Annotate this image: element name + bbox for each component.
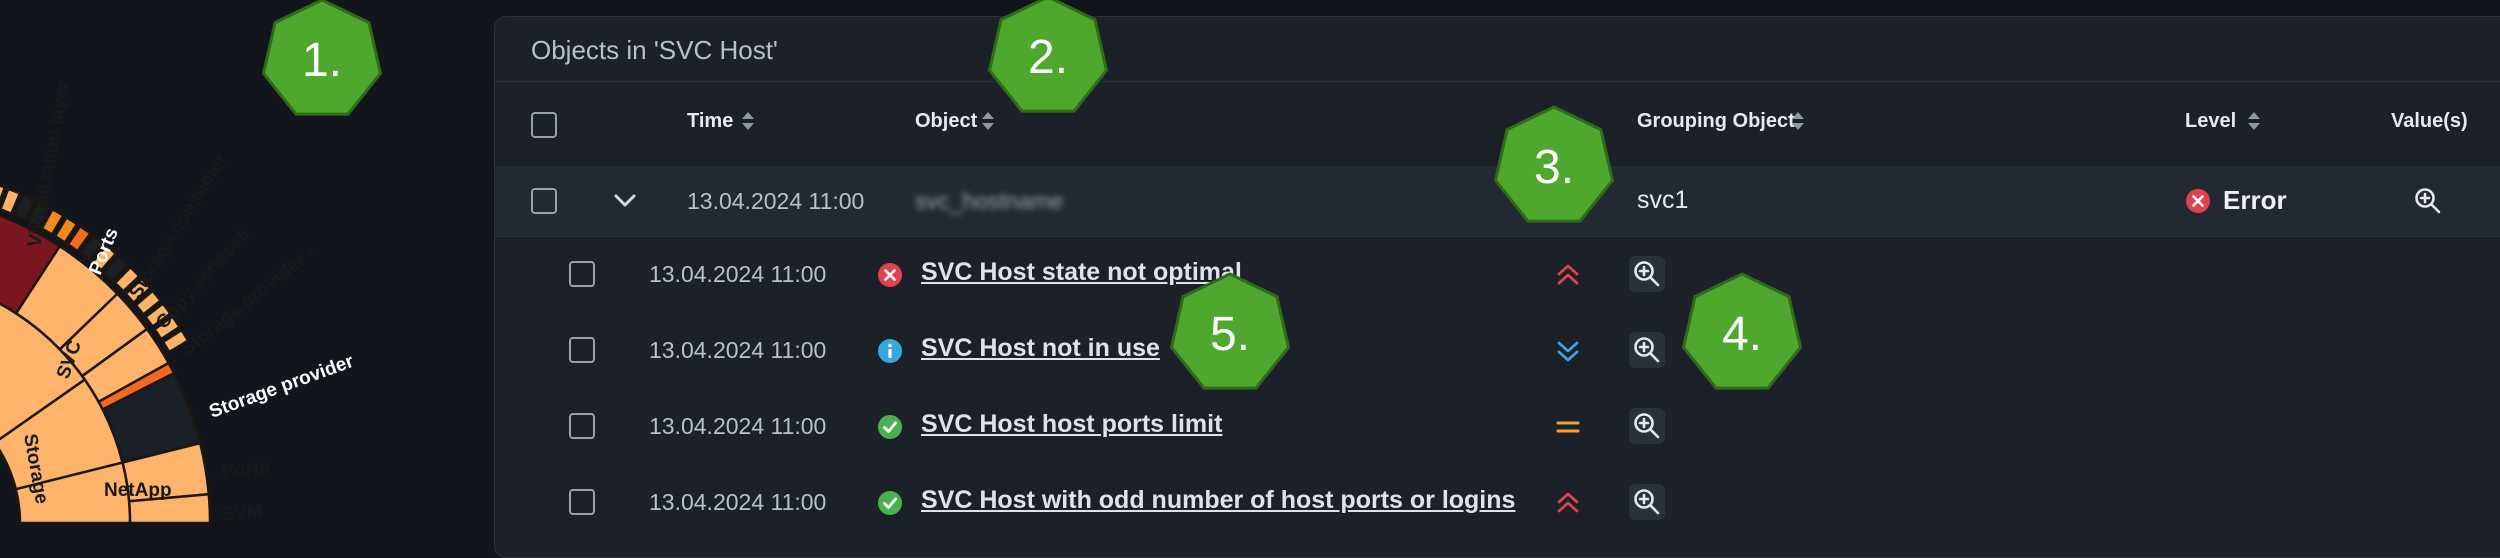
sub-row-checkbox[interactable] xyxy=(569,413,595,439)
sub-row-time: 13.04.2024 11:00 xyxy=(649,489,827,515)
sub-row-title-link[interactable]: SVC Host state not optimal xyxy=(921,258,1242,287)
select-all-checkbox[interactable] xyxy=(531,112,557,138)
row-level: Error xyxy=(2223,185,2287,215)
panel-title: Objects in 'SVC Host' xyxy=(531,35,778,65)
sort-level-icon[interactable] xyxy=(2247,112,2261,134)
magnifier-plus-icon[interactable] xyxy=(1632,335,1662,365)
column-level-header[interactable]: Level xyxy=(2185,110,2236,133)
details-button[interactable] xyxy=(1629,484,1665,520)
row-grouping-object: svc1 xyxy=(1637,186,1689,214)
column-object-header[interactable]: Object xyxy=(915,110,977,133)
sub-row-title-link[interactable]: SVC Host host ports limit xyxy=(921,410,1222,439)
magnifier-plus-icon[interactable] xyxy=(2413,186,2443,216)
sub-row[interactable]: 13.04.2024 11:00 SVC Host not in use xyxy=(495,312,2500,388)
sb-label-ports-bottom: Ports xyxy=(220,457,271,483)
double-chevron-up-icon xyxy=(1557,492,1579,513)
objects-panel: Objects in 'SVC Host' Time Object Groupi… xyxy=(494,16,2500,558)
sb-label-storage-provider: Storage provider xyxy=(207,351,358,423)
row-checkbox[interactable] xyxy=(531,188,557,214)
details-button[interactable] xyxy=(1629,332,1665,368)
magnifier-plus-icon[interactable] xyxy=(1632,411,1662,441)
sb-label-svm: SVM xyxy=(221,502,263,523)
sub-row-time: 13.04.2024 11:00 xyxy=(649,261,827,287)
column-time-header[interactable]: Time xyxy=(687,110,733,133)
sort-time-icon[interactable] xyxy=(741,112,755,134)
table-header: Time Object Grouping Object Level Value(… xyxy=(495,81,2500,167)
sort-grouping-icon[interactable] xyxy=(1791,112,1805,134)
sub-row-checkbox[interactable] xyxy=(569,337,595,363)
sub-row-time: 13.04.2024 11:00 xyxy=(649,337,827,363)
check-circle-icon xyxy=(878,415,902,439)
sub-row-title-link[interactable]: SVC Host with odd number of host ports o… xyxy=(921,486,1515,515)
sunburst-chart[interactable]: Virtualization layer Ports Storage consu… xyxy=(0,0,470,523)
sub-row[interactable]: 13.04.2024 11:00 SVC Host state not optim… xyxy=(495,236,2500,312)
sort-object-icon[interactable] xyxy=(981,112,995,134)
column-grouping-header[interactable]: Grouping Object xyxy=(1637,110,1795,133)
sub-row[interactable]: 13.04.2024 11:00 SVC Host host ports limi… xyxy=(495,388,2500,464)
sub-row-checkbox[interactable] xyxy=(569,489,595,515)
x-circle-icon xyxy=(878,263,902,287)
chevron-down-icon[interactable] xyxy=(613,192,637,210)
x-circle-icon xyxy=(2186,189,2210,213)
sub-row-time: 13.04.2024 11:00 xyxy=(649,413,827,439)
details-button[interactable] xyxy=(1629,408,1665,444)
sb-label-storage-provider-dash: Storage provider - xyxy=(177,243,319,360)
equals-icon xyxy=(1556,421,1580,433)
sb-label-netapp: NetApp xyxy=(104,480,172,501)
row-object-name: svc_hostname xyxy=(915,188,1064,214)
sub-row-checkbox[interactable] xyxy=(569,261,595,287)
info-circle-icon xyxy=(878,339,902,363)
sub-row[interactable]: 13.04.2024 11:00 SVC Host with odd number… xyxy=(495,464,2500,540)
magnifier-plus-icon[interactable] xyxy=(1632,259,1662,289)
double-chevron-up-icon xyxy=(1557,264,1579,285)
row-time: 13.04.2024 11:00 xyxy=(687,188,865,214)
check-circle-icon xyxy=(878,491,902,515)
magnifier-plus-icon[interactable] xyxy=(1632,487,1662,517)
table-row[interactable]: 13.04.2024 11:00 svc_hostname svc1 Error xyxy=(495,166,2500,237)
details-button[interactable] xyxy=(1629,256,1665,292)
sub-row-title-link[interactable]: SVC Host not in use xyxy=(921,334,1160,363)
double-chevron-down-icon xyxy=(1557,341,1579,362)
column-values-header: Value(s) xyxy=(2391,110,2468,132)
